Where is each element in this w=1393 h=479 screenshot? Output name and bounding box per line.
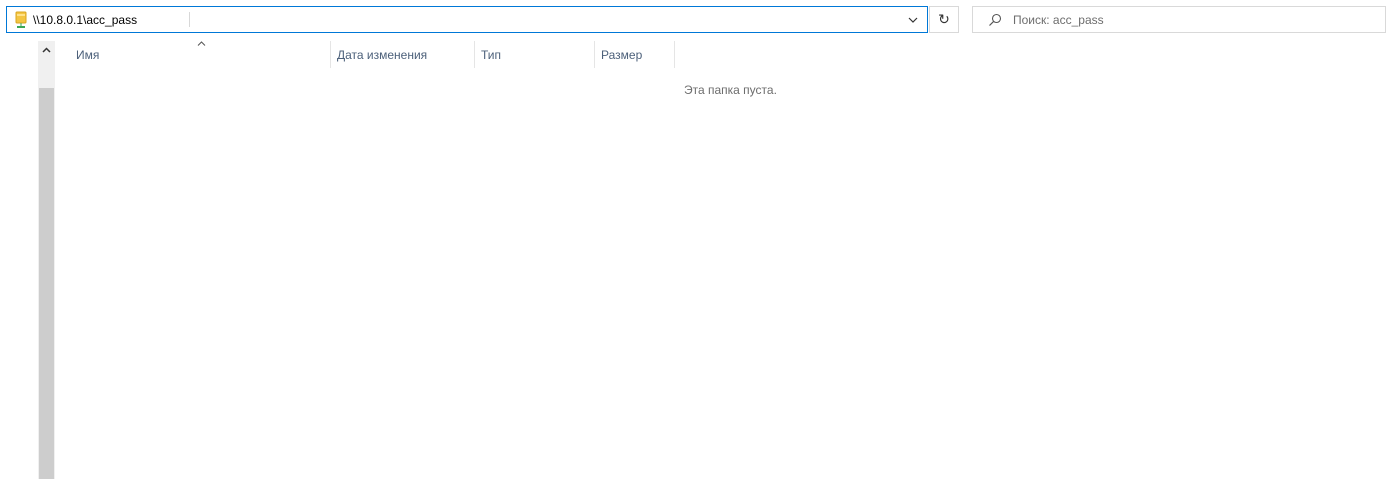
chevron-down-icon[interactable] — [905, 11, 921, 28]
search-input[interactable] — [1013, 12, 1373, 27]
text-caret — [189, 12, 190, 27]
address-path[interactable]: \\10.8.0.1\acc_pass — [33, 13, 137, 27]
address-bar[interactable]: \\10.8.0.1\acc_pass — [6, 6, 928, 33]
sort-ascending-icon — [196, 39, 206, 47]
column-header-date-modified[interactable]: Дата изменения — [337, 41, 427, 68]
vertical-scrollbar[interactable] — [38, 41, 55, 479]
column-header-size[interactable]: Размер — [601, 41, 642, 68]
column-divider[interactable] — [594, 41, 595, 68]
scroll-up-arrow-icon[interactable] — [38, 41, 55, 58]
column-header-type[interactable]: Тип — [481, 41, 501, 68]
refresh-button[interactable]: ↻ — [929, 6, 959, 33]
network-folder-icon — [11, 10, 31, 30]
column-header-row: Имя Дата изменения Тип Размер — [62, 39, 682, 68]
empty-folder-message: Эта папка пуста. — [684, 83, 777, 97]
file-explorer-window: \\10.8.0.1\acc_pass ↻ Поиск: acc_pass Им… — [0, 0, 1393, 479]
column-header-name[interactable]: Имя — [76, 41, 99, 68]
scrollbar-thumb[interactable] — [39, 88, 54, 479]
column-divider[interactable] — [474, 41, 475, 68]
search-icon — [987, 12, 1003, 28]
column-divider[interactable] — [674, 41, 675, 68]
column-divider[interactable] — [330, 41, 331, 68]
refresh-icon: ↻ — [938, 11, 950, 27]
search-box[interactable] — [972, 6, 1386, 33]
